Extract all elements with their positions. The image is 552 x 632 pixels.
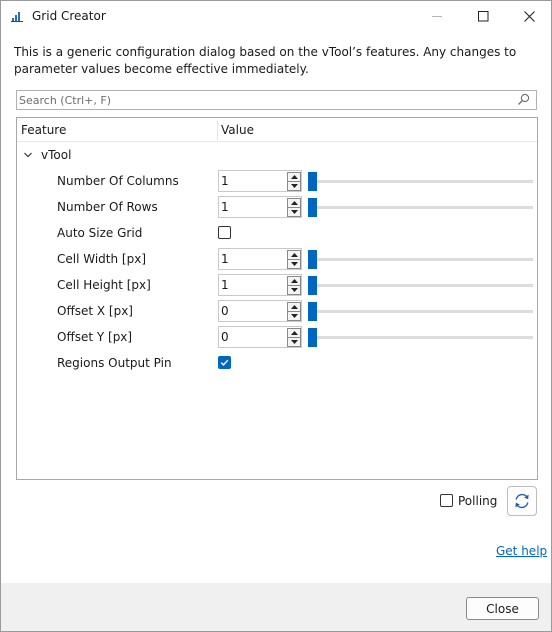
number-of-rows-slider[interactable] — [308, 198, 533, 218]
offset-y-spinbox[interactable] — [218, 326, 302, 348]
arrow-down-icon — [290, 184, 298, 188]
slider-thumb[interactable] — [308, 302, 317, 321]
slider-thumb[interactable] — [308, 250, 317, 269]
property-row-cell-width: Cell Width [px] — [17, 246, 537, 272]
spin-down-button[interactable] — [287, 337, 301, 347]
slider-thumb[interactable] — [308, 172, 317, 191]
column-header-value[interactable]: Value — [221, 123, 254, 137]
chevron-down-icon[interactable] — [23, 149, 33, 159]
close-icon — [523, 11, 535, 22]
category-vtool[interactable]: vTool — [17, 144, 537, 166]
offset-x-spinbox[interactable] — [218, 300, 302, 322]
checkmark-icon — [220, 359, 229, 366]
search-input[interactable] — [19, 92, 509, 108]
category-label: vTool — [41, 148, 72, 162]
polling-label[interactable]: Polling — [458, 494, 497, 508]
column-separator[interactable] — [217, 120, 218, 140]
slider-thumb[interactable] — [308, 328, 317, 347]
number-of-columns-slider[interactable] — [308, 172, 533, 192]
property-grid: Feature Value vTool Number Of Columns 1 … — [16, 117, 538, 480]
property-row-offset-y: Offset Y [px] — [17, 324, 537, 350]
slider-track[interactable] — [308, 284, 533, 287]
offset-y-slider[interactable] — [308, 328, 533, 348]
column-header-feature[interactable]: Feature — [21, 123, 66, 137]
description-text: This is a generic configuration dialog b… — [14, 45, 517, 76]
arrow-down-icon — [290, 262, 298, 266]
arrow-up-icon — [290, 175, 298, 179]
property-row-auto-size-grid: Auto Size Grid — [17, 220, 537, 246]
minimize-icon — [431, 16, 442, 17]
property-label: Offset X [px] — [57, 304, 133, 318]
number-of-columns-input[interactable] — [221, 173, 283, 189]
cell-height-spinbox[interactable] — [218, 274, 302, 296]
offset-y-input[interactable] — [221, 329, 283, 345]
polling-checkbox[interactable] — [440, 494, 453, 507]
arrow-up-icon — [290, 305, 298, 309]
property-row-number-of-rows: Number Of Rows — [17, 194, 537, 220]
slider-thumb[interactable] — [308, 276, 317, 295]
offset-x-input[interactable] — [221, 303, 283, 319]
arrow-down-icon — [290, 288, 298, 292]
app-icon — [10, 9, 24, 23]
property-label: Cell Width [px] — [57, 252, 147, 266]
number-of-rows-spinbox[interactable] — [218, 196, 302, 218]
property-label: Offset Y [px] — [57, 330, 133, 344]
spin-down-button[interactable] — [287, 311, 301, 321]
slider-track[interactable] — [308, 310, 533, 313]
cell-height-input[interactable] — [221, 277, 283, 293]
property-label: Number Of Columns — [57, 174, 179, 188]
property-label: Regions Output Pin — [57, 356, 172, 370]
number-of-rows-input[interactable] — [221, 199, 283, 215]
window-title: Grid Creator — [32, 9, 106, 23]
cell-width-slider[interactable] — [308, 250, 533, 270]
number-of-columns-spinbox[interactable] — [218, 170, 302, 192]
refresh-button[interactable] — [507, 486, 537, 516]
close-button[interactable]: Close — [466, 597, 539, 620]
slider-track[interactable] — [308, 180, 533, 183]
regions-output-pin-checkbox[interactable] — [218, 356, 231, 369]
maximize-icon — [477, 11, 488, 22]
spin-down-button[interactable] — [287, 207, 301, 217]
grid-header: Feature Value — [17, 118, 537, 142]
arrow-down-icon — [290, 314, 298, 318]
slider-track[interactable] — [308, 206, 533, 209]
slider-thumb[interactable] — [308, 198, 317, 217]
property-label: Cell Height [px] — [57, 278, 151, 292]
dialog-window: Grid Creator This is a generic configura… — [0, 0, 552, 632]
arrow-down-icon — [290, 210, 298, 214]
property-label: Number Of Rows — [57, 200, 158, 214]
auto-size-grid-checkbox[interactable] — [218, 226, 231, 239]
refresh-icon — [515, 493, 529, 509]
slider-track[interactable] — [308, 258, 533, 261]
dialog-footer: Close — [1, 583, 551, 631]
close-window-button[interactable] — [506, 1, 552, 32]
spin-down-button[interactable] — [287, 181, 301, 191]
spin-down-button[interactable] — [287, 285, 301, 295]
offset-x-slider[interactable] — [308, 302, 533, 322]
search-box[interactable] — [16, 90, 537, 110]
title-bar[interactable]: Grid Creator — [1, 1, 551, 32]
property-row-offset-x: Offset X [px] — [17, 298, 537, 324]
maximize-button[interactable] — [460, 1, 506, 32]
property-row-regions-output-pin: Regions Output Pin — [17, 350, 537, 376]
property-label: Auto Size Grid — [57, 226, 143, 240]
slider-track[interactable] — [308, 336, 533, 339]
cell-width-spinbox[interactable] — [218, 248, 302, 270]
arrow-up-icon — [290, 201, 298, 205]
search-icon[interactable] — [517, 93, 530, 106]
get-help-link[interactable]: Get help — [496, 544, 547, 558]
cell-width-input[interactable] — [221, 251, 283, 267]
property-row-number-of-columns: Number Of Columns — [17, 168, 537, 194]
minimize-button[interactable] — [414, 1, 460, 32]
arrow-up-icon — [290, 279, 298, 283]
arrow-up-icon — [290, 253, 298, 257]
cell-height-slider[interactable] — [308, 276, 533, 296]
property-row-cell-height: Cell Height [px] — [17, 272, 537, 298]
arrow-down-icon — [290, 340, 298, 344]
spin-down-button[interactable] — [287, 259, 301, 269]
arrow-up-icon — [290, 331, 298, 335]
